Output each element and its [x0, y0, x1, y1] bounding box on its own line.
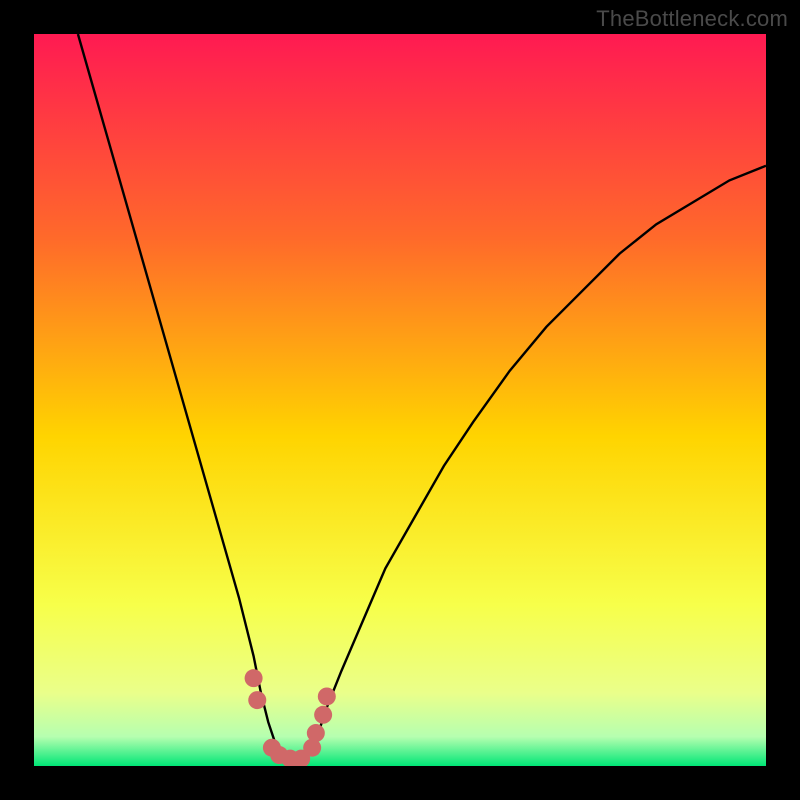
gradient-background [34, 34, 766, 766]
curve-marker [245, 669, 263, 687]
curve-marker [248, 691, 266, 709]
curve-marker [314, 706, 332, 724]
chart-frame: TheBottleneck.com [0, 0, 800, 800]
curve-marker [307, 724, 325, 742]
bottleneck-chart [34, 34, 766, 766]
watermark-text: TheBottleneck.com [596, 6, 788, 32]
curve-marker [318, 687, 336, 705]
